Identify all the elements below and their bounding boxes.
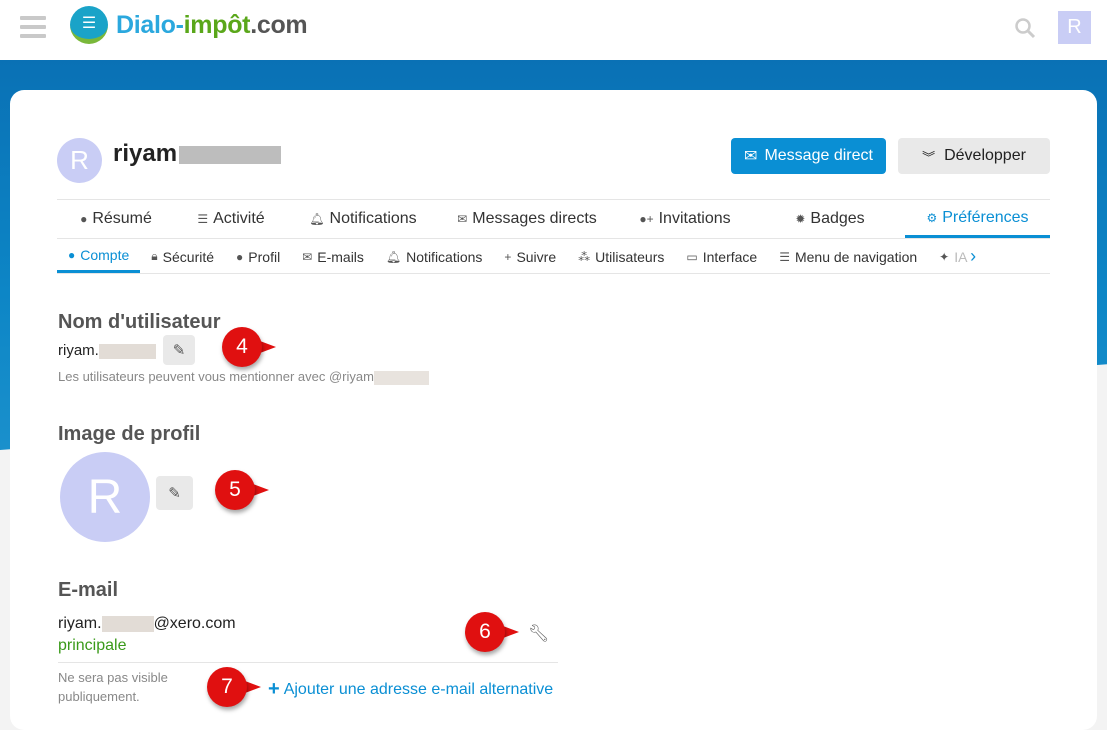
user-avatar-button[interactable]: R <box>1058 11 1091 44</box>
annotation-marker-5: 5 <box>215 470 269 510</box>
list-icon: ☰ <box>197 212 209 226</box>
user-icon: ● <box>80 212 88 226</box>
edit-profile-image-button[interactable]: ✎ <box>156 476 193 510</box>
wrench-icon[interactable]: 🔧︎ <box>528 624 550 644</box>
main-tabs: ● Résumé ☰ Activité 🔔︎ Notifications ✉ Messa… <box>57 199 1050 239</box>
hamburger-menu-icon[interactable] <box>20 14 46 40</box>
user-icon: ● <box>236 249 244 264</box>
envelope-icon: ✉ <box>744 148 758 165</box>
avatar-section-title: Image de profil <box>58 423 201 445</box>
logo-text-3: .com <box>250 10 308 39</box>
username-section-title: Nom d'utilisateur <box>58 311 221 333</box>
add-alternate-email-link[interactable]: + Ajouter une adresse e-mail alternative <box>268 678 553 701</box>
sparkle-icon: ✦ <box>939 249 950 264</box>
subtab-suivre[interactable]: + Suivre <box>493 240 567 273</box>
logo-text-1: Dialo- <box>116 10 184 39</box>
logo-bubble-icon: ☰ <box>70 6 108 44</box>
profile-image: R <box>60 452 150 542</box>
list-icon: ☰ <box>779 249 790 264</box>
user-icon: ● <box>68 248 76 262</box>
username-value: riyam. <box>58 342 156 359</box>
divider <box>58 662 558 663</box>
double-chevron-down-icon: ︾ <box>922 149 936 165</box>
scroll-right-chevron-icon[interactable]: › <box>968 240 976 273</box>
user-avatar: R <box>57 138 102 183</box>
preferences-subtabs: ● Compte 🔒︎ Sécurité ● Profil ✉ E-mails 🔔︎ No… <box>57 240 1050 274</box>
tab-activite[interactable]: ☰ Activité <box>175 200 287 238</box>
username-hint: Les utilisateurs peuvent vous mentionner… <box>58 369 429 385</box>
email-privacy-note: Ne sera pas visible publiquement. <box>58 670 168 704</box>
tab-resume[interactable]: ● Résumé <box>57 200 175 238</box>
tab-invitations[interactable]: ●+ Invitations <box>615 200 755 238</box>
gear-icon: ⚙ <box>926 210 938 225</box>
subtab-securite[interactable]: 🔒︎ Sécurité <box>140 240 225 273</box>
users-icon: ⁂ <box>578 249 591 264</box>
plus-icon: + <box>504 249 512 264</box>
bell-icon: 🔔︎ <box>309 212 325 226</box>
plus-icon: + <box>268 678 280 700</box>
tab-badges[interactable]: ✹ Badges <box>755 200 905 238</box>
primary-email-label: principale <box>58 637 127 654</box>
subtab-utilisateurs[interactable]: ⁂ Utilisateurs <box>567 240 675 273</box>
subtab-ia[interactable]: ✦ IA <box>928 240 968 273</box>
subtab-profil[interactable]: ● Profil <box>225 240 291 273</box>
email-address: riyam. @xero.com <box>58 615 236 632</box>
profile-card <box>10 90 1097 730</box>
subtab-interface[interactable]: ▭ Interface <box>675 240 768 273</box>
badge-icon: ✹ <box>795 212 806 226</box>
email-section-title: E-mail <box>58 579 119 601</box>
annotation-marker-7: 7 <box>207 667 261 707</box>
message-direct-button[interactable]: ✉ Message direct <box>731 138 886 174</box>
envelope-icon: ✉ <box>457 212 468 226</box>
pencil-icon: ✎ <box>168 485 181 502</box>
subtab-menu-navigation[interactable]: ☰ Menu de navigation <box>768 240 928 273</box>
search-icon[interactable] <box>1014 17 1036 45</box>
lock-icon: 🔒︎ <box>151 249 158 263</box>
tab-notifications[interactable]: 🔔︎ Notifications <box>287 200 439 238</box>
user-plus-icon: ●+ <box>639 212 654 226</box>
bell-icon: 🔔︎ <box>385 249 402 264</box>
tab-messages-directs[interactable]: ✉ Messages directs <box>439 200 615 238</box>
desktop-icon: ▭ <box>686 249 698 264</box>
username-heading: riyam <box>113 140 282 168</box>
edit-username-button[interactable]: ✎ <box>163 335 195 365</box>
annotation-marker-6: 6 <box>465 612 519 652</box>
pencil-icon: ✎ <box>172 342 186 359</box>
annotation-marker-4: 4 <box>222 327 276 367</box>
expand-button[interactable]: ︾ Développer <box>898 138 1050 174</box>
subtab-compte[interactable]: ● Compte <box>57 240 141 273</box>
subtab-emails[interactable]: ✉ E-mails <box>291 240 375 273</box>
site-logo[interactable]: ☰ Dialo-impôt.com <box>70 6 308 44</box>
logo-text-2: impôt <box>183 10 251 39</box>
subtab-notifications[interactable]: 🔔︎ Notifications <box>375 240 494 273</box>
tab-preferences[interactable]: ⚙ Préférences <box>905 200 1050 238</box>
envelope-icon: ✉ <box>302 249 313 264</box>
